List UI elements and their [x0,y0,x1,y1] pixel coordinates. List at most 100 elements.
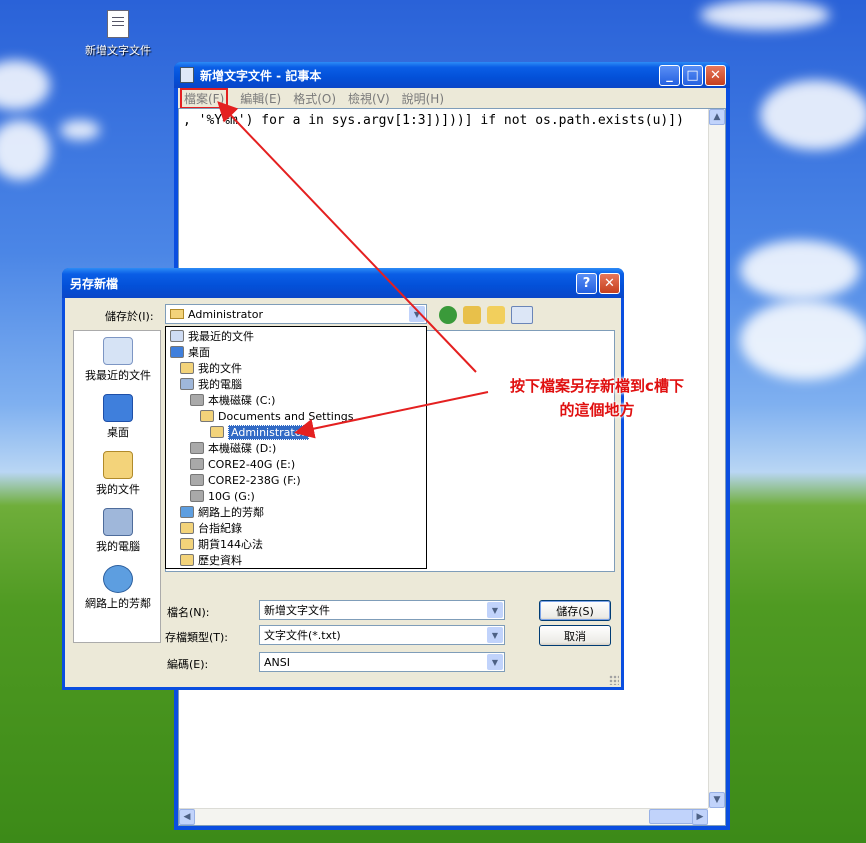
folder-icon [180,522,194,534]
drive-icon [190,394,204,406]
recent-icon [170,330,184,342]
scroll-left-button[interactable]: ◀ [179,809,195,825]
dropdown-item-label: 期貨144心法 [198,538,263,551]
dropdown-item[interactable]: Documents and Settings [166,408,426,424]
computer-icon [103,508,133,536]
up-folder-icon[interactable] [463,306,481,324]
dropdown-item-label: 台指紀錄 [198,522,242,535]
annotation-line-1: 按下檔案另存新檔到c槽下 [510,377,684,395]
place-label: 網路上的芳鄰 [85,597,151,610]
filetype-label: 存檔類型(T): [165,631,229,644]
dropdown-item-label: 我最近的文件 [188,330,254,343]
dialog-close-button[interactable]: ✕ [599,272,620,294]
dropdown-item-label: 桌面 [188,346,210,359]
dropdown-item[interactable]: 本機磁碟 (D:) [166,440,426,456]
filename-label: 檔名(N): [167,606,210,619]
menu-view[interactable]: 檢視(V) [348,90,390,107]
scroll-down-button[interactable]: ▼ [709,792,725,808]
dropdown-item[interactable]: 台指紀錄 [166,520,426,536]
annotation-line-2: 的這個地方 [559,401,635,419]
dropdown-item-label: 本機磁碟 (C:) [208,394,276,407]
dropdown-item[interactable]: 歷史資料 [166,552,426,568]
folder-open-icon [210,426,224,438]
menu-edit[interactable]: 編輯(E) [240,90,281,107]
place-my-computer[interactable]: 我的電腦 [74,508,162,554]
dropdown-item[interactable]: 本機磁碟 (C:) [166,392,426,408]
cancel-button[interactable]: 取消 [539,625,611,646]
dropdown-item[interactable]: CORE2-40G (E:) [166,456,426,472]
notepad-titlebar[interactable]: 新增文字文件 - 記事本 _ □ ✕ [174,62,730,88]
dropdown-item-label: CORE2-40G (E:) [208,457,296,471]
dropdown-item[interactable]: 10G (G:) [166,488,426,504]
filename-input[interactable]: 新增文字文件 ▼ [259,600,505,620]
save-in-combo[interactable]: Administrator ▼ [165,304,427,324]
folder-icon [180,554,194,566]
dialog-titlebar[interactable]: 另存新檔 ? ✕ [62,268,624,298]
back-icon[interactable] [439,306,457,324]
save-button[interactable]: 儲存(S) [539,600,611,621]
documents-icon [180,362,194,374]
notepad-icon [180,67,194,83]
annotation-text: 按下檔案另存新檔到c槽下 的這個地方 [472,374,722,422]
dropdown-item[interactable]: 我的電腦 [166,376,426,392]
chevron-down-icon[interactable]: ▼ [409,306,425,322]
help-button[interactable]: ? [576,272,597,294]
resize-grip[interactable] [609,675,619,685]
view-menu-icon[interactable] [511,306,533,324]
place-desktop[interactable]: 桌面 [74,394,162,440]
cloud [760,80,866,150]
dropdown-item-label: 歷史資料 [198,554,242,567]
desktop-icon-label: 新增文字文件 [85,44,151,57]
new-folder-icon[interactable] [487,306,505,324]
chevron-down-icon[interactable]: ▼ [487,654,503,670]
dropdown-item-label: 本機磁碟 (D:) [208,442,277,455]
save-in-dropdown: 我最近的文件 桌面我的文件 我的電腦本機磁碟 (C:) Documents and S… [165,326,427,569]
network-icon [103,565,133,593]
place-label: 桌面 [107,426,129,439]
minimize-button[interactable]: _ [659,64,680,86]
drive-icon [190,458,204,470]
vertical-scrollbar[interactable]: ▲ ▼ [708,109,725,808]
horizontal-scroll-thumb[interactable] [649,809,695,824]
place-network[interactable]: 網路上的芳鄰 [74,565,162,611]
filetype-value: 文字文件(*.txt) [264,629,341,642]
dropdown-item[interactable]: 桌面 [166,344,426,360]
folder-icon [170,309,184,319]
folder-icon [180,538,194,550]
places-bar: 我最近的文件 桌面 我的文件 我的電腦 網路上的芳鄰 [73,330,161,643]
encoding-label: 編碼(E): [167,658,209,671]
close-button[interactable]: ✕ [705,64,726,86]
documents-icon [103,451,133,479]
notepad-menubar: 檔案(F) 編輯(E) 格式(O) 檢視(V) 說明(H) [178,87,726,109]
horizontal-scrollbar[interactable]: ◀ ▶ [179,808,708,825]
drive-icon [190,442,204,454]
menu-file[interactable]: 檔案(F) [180,87,229,109]
place-label: 我的文件 [96,483,140,496]
chevron-down-icon[interactable]: ▼ [487,602,503,618]
dropdown-item-label: Administrator [228,424,309,440]
dropdown-item[interactable]: 我的文件 [166,360,426,376]
dropdown-item[interactable]: 期貨144心法 [166,536,426,552]
save-in-value: Administrator [188,307,263,321]
dropdown-item-label: 我的文件 [198,362,242,375]
dropdown-item[interactable]: Administrator [166,424,426,440]
dropdown-item[interactable]: 網路上的芳鄰 [166,504,426,520]
chevron-down-icon[interactable]: ▼ [487,627,503,643]
dialog-body: 儲存於(I): Administrator ▼ 我最近的文件 桌面 我的文件 我… [65,298,621,687]
scroll-right-button[interactable]: ▶ [692,809,708,825]
dropdown-item[interactable]: 我最近的文件 [166,328,426,344]
place-recent[interactable]: 我最近的文件 [74,337,162,383]
encoding-select[interactable]: ANSI ▼ [259,652,505,672]
maximize-button[interactable]: □ [682,64,703,86]
desktop-file-icon[interactable]: 新增文字文件 [80,10,156,58]
dropdown-item[interactable]: CORE2-238G (F:) [166,472,426,488]
notepad-title: 新增文字文件 - 記事本 [200,68,322,83]
dropdown-item-label: Documents and Settings [218,409,354,423]
scroll-up-button[interactable]: ▲ [709,109,725,125]
menu-help[interactable]: 說明(H) [402,90,444,107]
menu-format[interactable]: 格式(O) [293,90,336,107]
place-my-documents[interactable]: 我的文件 [74,451,162,497]
computer-icon [180,378,194,390]
cloud [700,0,830,30]
filetype-select[interactable]: 文字文件(*.txt) ▼ [259,625,505,645]
